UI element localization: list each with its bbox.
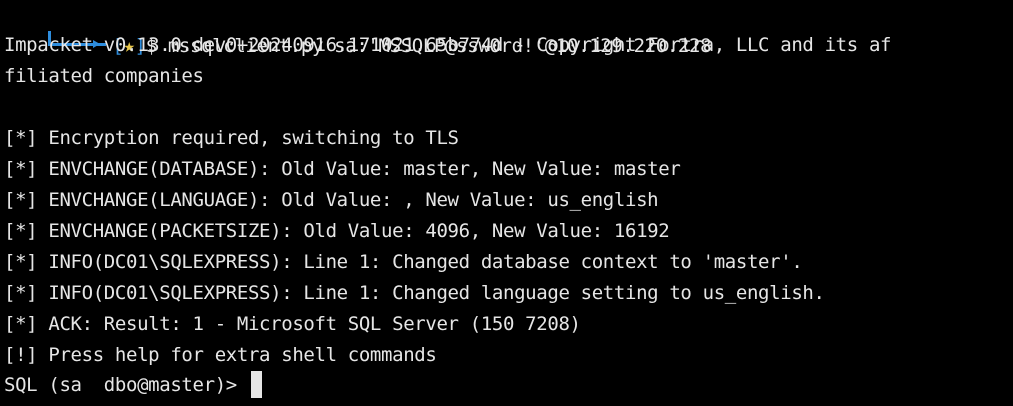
output-line: [*] ACK: Result: 1 - Microsoft SQL Serve… [4,313,581,335]
output-line: [*] ENVCHANGE(PACKETSIZE): Old Value: 40… [4,220,670,242]
output-line: [*] Encryption required, switching to TL… [4,127,459,149]
output-line: [!] Press help for extra shell commands [4,344,437,366]
output-line: [*] ENVCHANGE(LANGUAGE): Old Value: , Ne… [4,189,659,211]
sql-prompt: SQL (sa dbo@master)> [4,374,248,396]
sql-input-line[interactable]: SQL (sa dbo@master)> [4,370,262,401]
command-prompt-line: [★]$ mssqlclient.py sa:'MSSQLP@ssw0rd!'@… [0,0,712,57]
banner-line-2: filiated companies [4,65,204,87]
terminal-window[interactable]: [★]$ mssqlclient.py sa:'MSSQLP@ssw0rd!'@… [0,0,1013,406]
banner-line-1: Impacket v0.13.0.dev0+20240916.171021.65… [4,34,892,56]
output-line: [*] INFO(DC01\SQLEXPRESS): Line 1: Chang… [4,251,803,273]
text-cursor[interactable] [250,371,262,398]
output-line: [*] INFO(DC01\SQLEXPRESS): Line 1: Chang… [4,282,825,304]
output-line: [*] ENVCHANGE(DATABASE): Old Value: mast… [4,158,681,180]
